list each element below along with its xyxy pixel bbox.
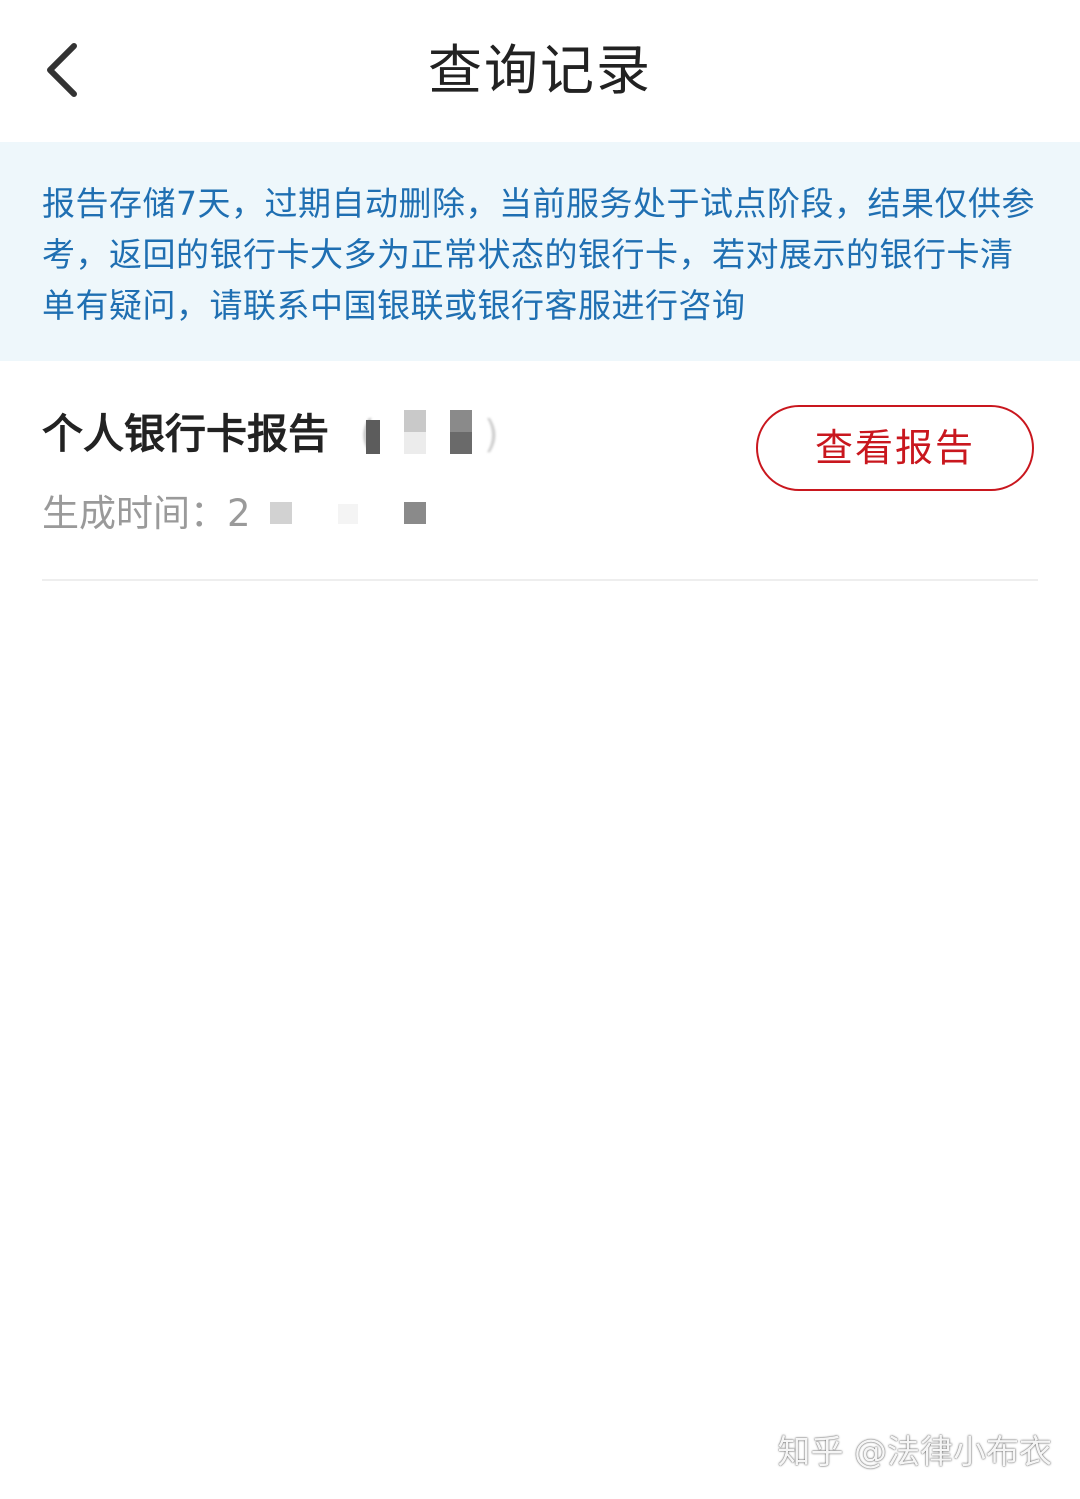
generation-time-value: 2 <box>227 492 251 535</box>
masked-time-block-3 <box>404 502 426 524</box>
notice-text: 报告存储7天，过期自动删除，当前服务处于试点阶段，结果仅供参考，返回的银行卡大多… <box>42 184 1035 325</box>
divider <box>42 579 1038 581</box>
watermark: 知乎 @法律小布衣 <box>777 1432 1053 1471</box>
report-title: 个人银行卡报告 <box>42 408 329 460</box>
masked-time-block-2 <box>338 504 358 524</box>
masked-title-close-paren: ) <box>484 412 499 456</box>
masked-title-block-1 <box>366 420 380 454</box>
masked-title-block-4 <box>450 410 472 432</box>
generation-time-label: 生成时间： <box>42 492 227 535</box>
navigation-bar: 查询记录 <box>0 0 1080 142</box>
report-title-label: 个人银行卡报告 <box>42 410 329 458</box>
masked-title-block-2 <box>404 410 426 432</box>
generation-time: 生成时间：2 <box>42 490 251 538</box>
masked-time-block-1 <box>270 502 292 524</box>
masked-title-block-5 <box>450 432 472 454</box>
masked-title-block-3 <box>404 432 426 454</box>
page-title: 查询记录 <box>428 39 652 102</box>
view-report-button[interactable]: 查看报告 <box>756 405 1034 491</box>
